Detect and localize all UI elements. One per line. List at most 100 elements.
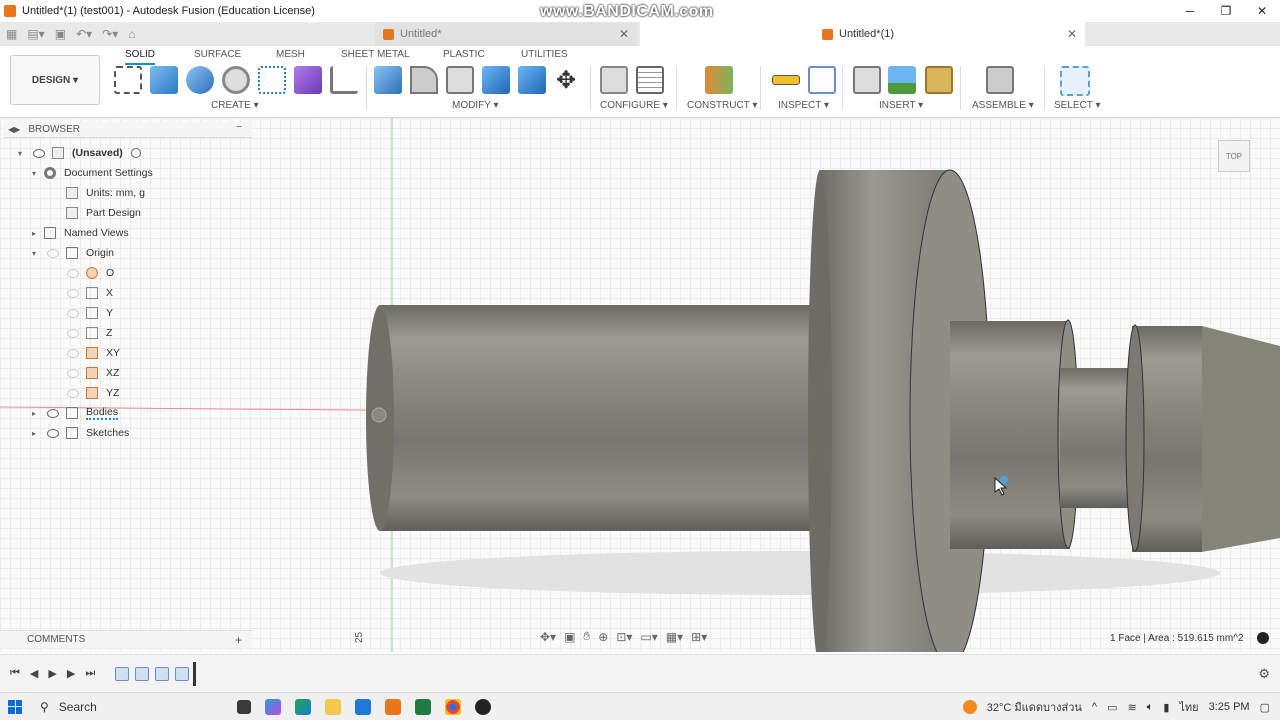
revolve-icon[interactable] [186, 66, 214, 94]
battery-icon[interactable]: ▮ [1163, 701, 1169, 714]
collapse-triangle-icon[interactable]: ◀▶ [8, 125, 20, 134]
task-view-icon[interactable] [237, 699, 251, 714]
tab-surface[interactable]: SURFACE [194, 49, 241, 60]
redo-icon[interactable]: ↷▾ [102, 27, 118, 41]
look-at-icon[interactable]: ▣ [564, 630, 575, 644]
step-back-icon[interactable]: ◀ [30, 667, 38, 680]
feedback-icon[interactable] [1257, 632, 1269, 644]
tab-sheet-metal[interactable]: SHEET METAL [341, 49, 410, 60]
minimize-button[interactable]: ─ [1172, 0, 1208, 22]
workspace-switcher[interactable]: DESIGN ▾ [10, 55, 100, 105]
move-copy-icon[interactable]: ✥ [552, 66, 580, 94]
create-sketch-icon[interactable] [114, 66, 142, 94]
play-icon[interactable]: ▶ [48, 667, 56, 680]
create-form-icon[interactable] [294, 66, 322, 94]
comments-panel[interactable]: COMMENTS + [0, 630, 252, 648]
modify-group-label[interactable]: MODIFY ▾ [452, 100, 499, 111]
weather-text[interactable]: 32°C มีแดดบางส่วน [987, 698, 1082, 716]
copilot-icon[interactable] [265, 698, 281, 715]
chevron-right-icon[interactable]: ▸ [32, 229, 44, 238]
insert-mesh-icon[interactable] [925, 66, 953, 94]
network-icon[interactable]: ▭ [1107, 701, 1117, 714]
volume-icon[interactable]: 🔈︎ [1147, 701, 1154, 714]
hidden-eye-icon[interactable] [66, 328, 80, 338]
browser-minimize-icon[interactable]: − [236, 122, 242, 133]
file-explorer-icon[interactable] [325, 698, 341, 715]
measure-icon[interactable] [772, 75, 800, 85]
app-grid-icon[interactable]: ▦ [6, 27, 17, 41]
select-icon[interactable] [1060, 66, 1090, 96]
timeline-settings-icon[interactable]: ⚙ [1258, 666, 1270, 682]
mail-icon[interactable] [355, 698, 371, 715]
new-component-icon[interactable] [986, 66, 1014, 94]
fit-icon[interactable]: ⊡▾ [616, 630, 632, 644]
hole-icon[interactable] [222, 66, 250, 94]
edge-icon[interactable] [295, 698, 311, 715]
go-to-end-icon[interactable]: ⏭ [85, 667, 95, 680]
hidden-eye-icon[interactable] [66, 288, 80, 298]
insert-derive-icon[interactable] [853, 66, 881, 94]
close-tab-icon[interactable]: ✕ [619, 27, 629, 41]
visibility-eye-icon[interactable] [46, 408, 60, 418]
taskbar-search[interactable]: ⚲ Search [30, 693, 230, 721]
configure-group-label[interactable]: CONFIGURE ▾ [600, 100, 668, 111]
timeline-sketch-feature[interactable] [155, 666, 170, 681]
fillet-icon[interactable] [410, 66, 438, 94]
viewports-icon[interactable]: ⊞▾ [691, 630, 707, 644]
hidden-eye-icon[interactable] [66, 348, 80, 358]
table-icon[interactable] [636, 66, 664, 94]
tab-plastic[interactable]: PLASTIC [443, 49, 485, 60]
tab-solid[interactable]: SOLID [125, 49, 155, 60]
start-button[interactable] [0, 699, 30, 714]
close-window-button[interactable]: ✕ [1244, 0, 1280, 22]
shaft-step-1[interactable] [950, 321, 1070, 549]
save-icon[interactable]: ▣ [55, 27, 66, 41]
create-group-label[interactable]: CREATE ▾ [211, 100, 259, 111]
bandicam-icon[interactable] [475, 698, 491, 715]
hidden-eye-icon[interactable] [66, 308, 80, 318]
orbit-icon[interactable]: ✥▾ [540, 630, 556, 644]
maximize-button[interactable]: ❐ [1208, 0, 1244, 22]
chevron-right-icon[interactable]: ▸ [32, 429, 44, 438]
origin-point[interactable] [371, 407, 387, 423]
go-to-start-icon[interactable]: ⏮ [10, 667, 20, 680]
home-icon[interactable]: ⌂ [128, 27, 135, 41]
browser-part-design[interactable]: Part Design [66, 203, 141, 223]
browser-origin-point[interactable]: O [64, 263, 114, 283]
interference-icon[interactable] [808, 66, 836, 94]
browser-sketches[interactable]: ▸ Sketches [32, 423, 129, 443]
file-menu-icon[interactable]: ▤▾ [27, 27, 44, 41]
browser-origin[interactable]: ▾ Origin [32, 243, 114, 263]
timeline-sketch-feature[interactable] [115, 666, 130, 681]
browser-named-views[interactable]: ▸ Named Views [32, 223, 129, 243]
browser-yz-plane[interactable]: YZ [64, 383, 119, 403]
hidden-eye-icon[interactable] [66, 368, 80, 378]
undo-icon[interactable]: ↶▾ [76, 27, 92, 41]
grid-snaps-icon[interactable]: ▦▾ [666, 630, 683, 644]
browser-header[interactable]: ◀▶ BROWSER − [4, 122, 252, 138]
main-shaft-body[interactable] [380, 305, 820, 531]
browser-x-axis[interactable]: X [64, 283, 113, 303]
chevron-down-icon[interactable]: ▾ [18, 149, 30, 158]
timeline-revolve-feature[interactable] [135, 666, 150, 681]
extrude-icon[interactable] [150, 66, 178, 94]
add-comment-button[interactable]: + [235, 633, 242, 647]
browser-xy-plane[interactable]: XY [64, 343, 120, 363]
wifi-icon[interactable]: ≋ [1128, 701, 1137, 714]
browser-units[interactable]: Units: mm, g [66, 183, 145, 203]
hidden-eye-icon[interactable] [46, 248, 60, 258]
configure-icon[interactable] [600, 66, 628, 94]
visibility-eye-icon[interactable] [46, 428, 60, 438]
browser-xz-plane[interactable]: XZ [64, 363, 119, 383]
browser-y-axis[interactable]: Y [64, 303, 113, 323]
display-settings-icon[interactable]: ▭▾ [640, 630, 657, 644]
replace-face-icon[interactable] [518, 66, 546, 94]
viewcube[interactable]: TOP [1218, 140, 1250, 172]
browser-root-node[interactable]: ▾ (Unsaved) [18, 143, 141, 163]
activate-radio-icon[interactable] [130, 148, 141, 158]
assemble-group-label[interactable]: ASSEMBLE ▾ [972, 100, 1034, 111]
chevron-down-icon[interactable]: ▾ [32, 169, 44, 178]
pan-icon[interactable]: ✋︎ [583, 629, 590, 644]
browser-z-axis[interactable]: Z [64, 323, 112, 343]
neck-body[interactable] [1060, 368, 1130, 508]
